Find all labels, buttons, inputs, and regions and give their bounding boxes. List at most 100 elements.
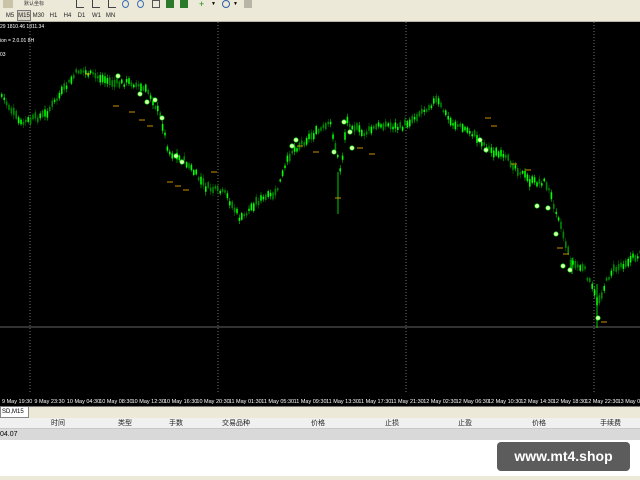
col-commission[interactable]: 手续费 — [600, 418, 621, 429]
candle-down — [111, 80, 113, 87]
candle-down — [291, 150, 293, 154]
col-price[interactable]: 价格 — [311, 418, 325, 429]
time-axis-label: 11 May 21:30 — [391, 399, 424, 405]
candle-down — [322, 124, 325, 129]
col-take-profit[interactable]: 止盈 — [458, 418, 472, 429]
periods-dropdown-icon[interactable]: ▼ — [233, 0, 238, 8]
chart-canvas[interactable]: 9 May 19:30 9 May 23:30 10 May 04:30 10 May… — [0, 22, 640, 408]
candle-up — [166, 146, 169, 151]
timeframe-d1[interactable]: D1 — [75, 10, 88, 21]
chart-tabs: SD,M15 — [0, 406, 640, 418]
time-axis-label: 12 May 22:30 — [585, 399, 618, 405]
candle-down — [116, 78, 118, 84]
candle-up — [461, 124, 464, 132]
templates-icon[interactable] — [244, 0, 252, 8]
candle-up — [531, 176, 533, 183]
trade-marker-circle — [595, 315, 601, 321]
zoom-label-button[interactable]: 默认坐标 — [24, 0, 62, 8]
candle-up — [627, 258, 629, 267]
candle-down — [109, 77, 111, 86]
candle-down — [519, 172, 521, 175]
candle-down — [553, 203, 555, 209]
time-axis-label: 10 May 16:30 — [164, 399, 197, 405]
candle-down — [421, 108, 423, 114]
line-chart-icon[interactable] — [108, 0, 116, 8]
trade-marker-circle — [115, 73, 121, 79]
candle-down — [625, 260, 627, 268]
candle-down — [545, 182, 548, 190]
candle-down — [77, 70, 80, 74]
timeframe-m30[interactable]: M30 — [31, 10, 46, 21]
tab-chart[interactable]: SD,M15 — [0, 407, 29, 418]
candle-up — [337, 154, 339, 158]
candle-up — [377, 122, 380, 127]
candle-up — [497, 151, 500, 158]
col-current-price[interactable]: 价格 — [532, 418, 546, 429]
time-axis-label: 12 May 06:30 — [456, 399, 489, 405]
col-stop-loss[interactable]: 止损 — [385, 418, 399, 429]
candle-up — [279, 179, 281, 182]
candle-up — [500, 149, 502, 157]
price-chart[interactable]: 29 1810.46 1811.34 ion = 2.0.01 8H 03 9 … — [0, 22, 640, 408]
candle-up — [65, 85, 68, 89]
timeframe-mn[interactable]: MN — [104, 10, 117, 21]
time-axis-label: 12 May 02:30 — [423, 399, 456, 405]
col-symbol[interactable]: 交易品种 — [222, 418, 250, 429]
trade-marker-circle — [159, 115, 165, 121]
candle-down — [581, 263, 584, 271]
col-lots[interactable]: 手数 — [169, 418, 183, 429]
candle-chart-icon[interactable] — [92, 0, 100, 8]
candle-up — [128, 78, 130, 84]
candle-up — [39, 113, 41, 119]
timeframe-h4[interactable]: H4 — [61, 10, 74, 21]
tile-windows-icon[interactable] — [152, 0, 160, 8]
candle-up — [394, 122, 397, 129]
new-order-icon[interactable] — [3, 0, 13, 8]
bar-chart-icon[interactable] — [76, 0, 84, 8]
candle-down — [428, 105, 430, 111]
candle-up — [449, 117, 452, 126]
candle-up — [58, 92, 61, 99]
indicators-dropdown-icon[interactable]: ▼ — [211, 0, 216, 8]
timeframe-h1[interactable]: H1 — [47, 10, 60, 21]
candle-down — [212, 187, 214, 194]
candle-down — [615, 266, 617, 272]
candle-down — [224, 190, 226, 193]
timeframe-w1[interactable]: W1 — [90, 10, 103, 21]
watermark: www.mt4.shop — [497, 442, 630, 471]
candle-down — [73, 74, 75, 79]
col-type[interactable]: 类型 — [118, 418, 132, 429]
candle-up — [61, 86, 63, 95]
trade-marker-circle — [341, 119, 347, 125]
autoscroll-icon[interactable] — [166, 0, 174, 8]
candle-up — [248, 208, 250, 211]
candle-down — [389, 122, 392, 130]
candlesticks — [1, 66, 640, 328]
trade-marker-circle — [553, 231, 559, 237]
time-axis-label: 11 May 09:30 — [294, 399, 327, 405]
timeframe-m15[interactable]: M15 — [17, 10, 31, 21]
candle-down — [435, 95, 437, 103]
candle-down — [411, 115, 413, 123]
balance-row[interactable]: 04.07 — [0, 429, 640, 440]
candle-up — [610, 270, 613, 276]
candle-up — [550, 192, 553, 200]
candle-up — [430, 105, 433, 109]
candle-down — [584, 266, 586, 270]
candle-down — [565, 241, 567, 248]
candle-up — [262, 196, 265, 200]
time-axis-label: 11 May 05:30 — [261, 399, 294, 405]
col-time[interactable]: 时间 — [51, 418, 65, 429]
candle-up — [454, 121, 457, 130]
candle-down — [217, 186, 219, 192]
candle-up — [466, 127, 469, 133]
chart-shift-icon[interactable] — [180, 0, 188, 8]
candle-down — [265, 194, 267, 200]
candle-down — [327, 121, 329, 125]
zoom-out-icon[interactable] — [137, 0, 144, 8]
timeframe-m5[interactable]: M5 — [3, 10, 17, 21]
periods-icon[interactable] — [222, 0, 230, 8]
candle-down — [272, 192, 274, 200]
zoom-in-icon[interactable] — [122, 0, 129, 8]
indicators-icon[interactable]: + — [199, 0, 209, 9]
